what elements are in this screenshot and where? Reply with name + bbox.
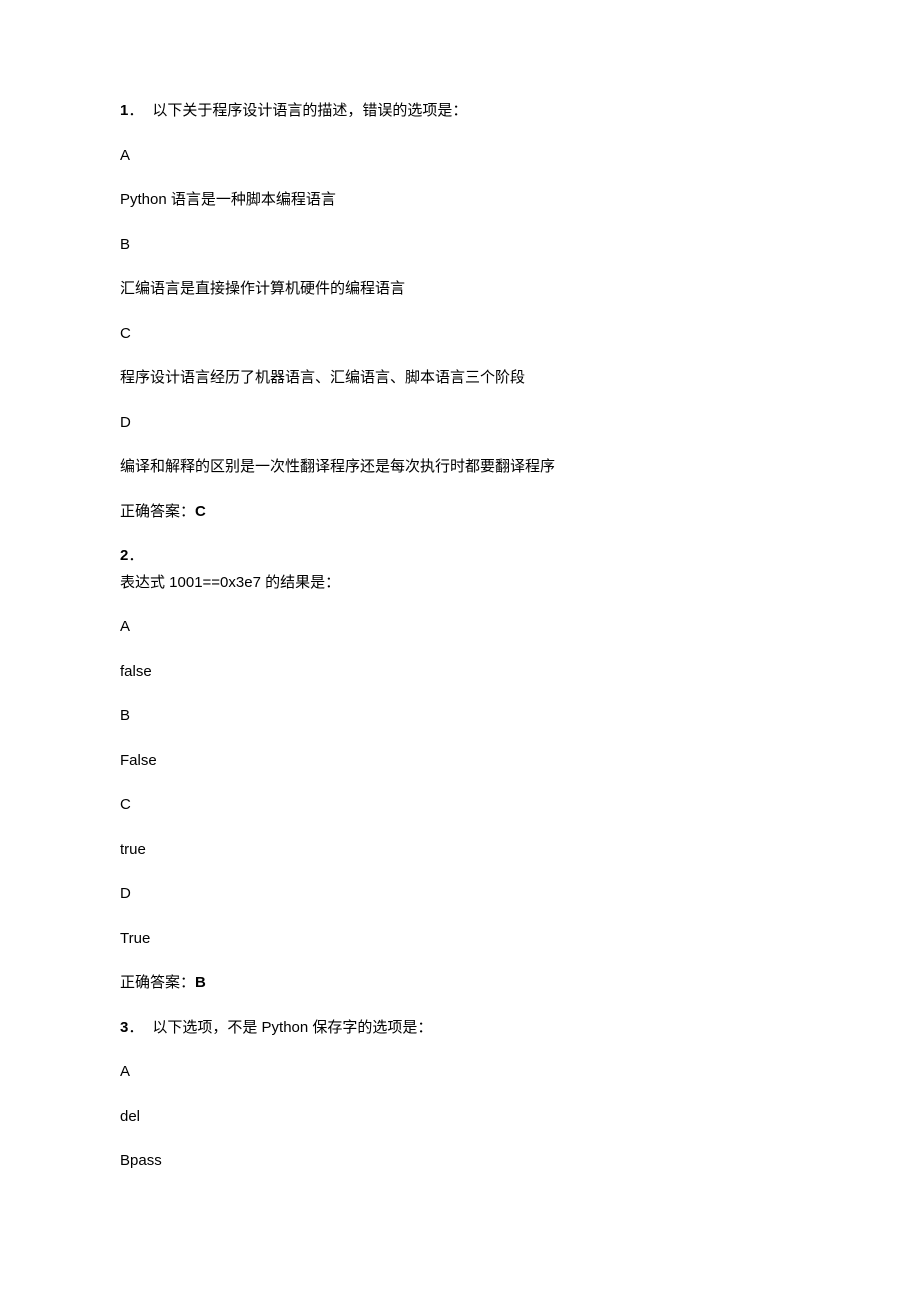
q2-opt-c-text: true [120,839,810,862]
q1-opt-d-text: 编译和解释的区别是一次性翻译程序还是每次执行时都要翻译程序 [120,456,810,479]
q1-answer-label: 正确答案： [120,503,195,520]
q2-opt-a-text: false [120,661,810,684]
q3-opt-a-letter: A [120,1061,810,1084]
q3-opt-b-line: Bpass [120,1150,810,1173]
q1-stem: 以下关于程序设计语言的描述，错误的选项是： [152,102,467,119]
q2-opt-b-letter: B [120,705,810,728]
q1-opt-c-text: 程序设计语言经历了机器语言、汇编语言、脚本语言三个阶段 [120,367,810,390]
q1-opt-c-letter: C [120,323,810,346]
q2-answer-line: 正确答案：B [120,972,810,995]
q2-opt-c-letter: C [120,794,810,817]
q2-dot: ． [128,547,152,564]
q1-answer-value: C [195,503,206,520]
q1-stem-line: 1．以下关于程序设计语言的描述，错误的选项是： [120,100,810,123]
q3-stem-line: 3．以下选项，不是 Python 保存字的选项是： [120,1017,810,1040]
q1-dot: ． [128,102,152,119]
q3-opt-a-text: del [120,1106,810,1129]
q1-opt-b-text: 汇编语言是直接操作计算机硬件的编程语言 [120,278,810,301]
q2-opt-d-letter: D [120,883,810,906]
q1-opt-b-letter: B [120,234,810,257]
q2-stem: 表达式 1001==0x3e7 的结果是： [120,572,810,595]
q1-answer-line: 正确答案：C [120,501,810,524]
q3-stem: 以下选项，不是 Python 保存字的选项是： [152,1019,432,1036]
q2-opt-a-letter: A [120,616,810,639]
q1-opt-a-letter: A [120,145,810,168]
q2-opt-b-text: False [120,750,810,773]
q2-answer-value: B [195,974,206,991]
q2-opt-d-text: True [120,928,810,951]
q2-number-line: 2． [120,545,810,568]
q1-opt-d-letter: D [120,412,810,435]
q3-dot: ． [128,1019,152,1036]
q1-opt-a-text: Python 语言是一种脚本编程语言 [120,189,810,212]
q2-answer-label: 正确答案： [120,974,195,991]
